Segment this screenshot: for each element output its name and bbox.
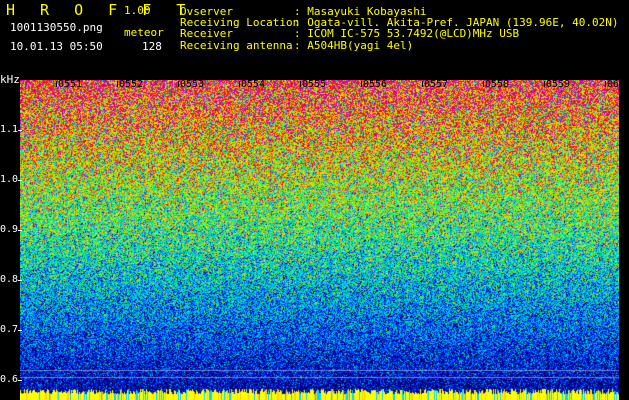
x-tick <box>361 81 362 87</box>
x-tick-label: 0552 <box>119 79 144 90</box>
y-tick <box>18 330 22 331</box>
antenna-label: Receiving antenna <box>180 39 293 52</box>
x-tick <box>300 81 301 87</box>
y-axis-unit: kHz <box>0 73 20 86</box>
x-tick <box>605 81 606 87</box>
y-tick-label: 0.9 <box>0 224 19 235</box>
y-tick-label: 1.0 <box>0 174 19 185</box>
y-tick-label: 1.1 <box>0 124 19 135</box>
y-tick <box>18 130 22 131</box>
y-tick <box>18 230 22 231</box>
y-tick <box>18 380 22 381</box>
x-tick <box>239 81 240 87</box>
x-tick-label: 0556 <box>363 79 388 90</box>
file-name: 1001130550.png <box>10 21 103 34</box>
count-value: 128 <box>142 40 162 53</box>
hroft-window: H R O F F T 1.00 1001130550.png meteor 1… <box>0 0 629 400</box>
spectrogram <box>20 80 619 400</box>
x-tick-label: 0600 <box>607 79 629 90</box>
spectrogram-canvas <box>20 80 619 400</box>
antenna-value: : A504HB(yagi 4el) <box>294 39 414 52</box>
receiver-label: Receiver <box>180 27 233 40</box>
x-tick-label: 0554 <box>241 79 266 90</box>
x-tick <box>483 81 484 87</box>
y-tick <box>18 280 22 281</box>
y-tick-label: 0.8 <box>0 274 19 285</box>
x-tick <box>117 81 118 87</box>
x-tick <box>544 81 545 87</box>
y-tick <box>18 180 22 181</box>
y-tick-label: 0.7 <box>0 324 19 335</box>
x-tick-label: 0553 <box>180 79 205 90</box>
x-tick-label: 0557 <box>424 79 449 90</box>
app-title: H R O F F T <box>6 1 194 19</box>
x-tick-label: 0558 <box>485 79 510 90</box>
x-tick <box>178 81 179 87</box>
mode-label: meteor <box>124 26 164 39</box>
x-tick <box>56 81 57 87</box>
app-version: 1.00 <box>124 4 151 17</box>
x-tick-label: 0555 <box>302 79 327 90</box>
x-tick <box>422 81 423 87</box>
x-tick-label: 0551 <box>58 79 83 90</box>
y-tick-label: 0.6 <box>0 374 19 385</box>
receiver-value: : ICOM IC-575 53.7492(@LCD)MHz USB <box>294 27 520 40</box>
date-time: 10.01.13 05:50 <box>10 40 103 53</box>
x-tick-label: 0559 <box>546 79 571 90</box>
